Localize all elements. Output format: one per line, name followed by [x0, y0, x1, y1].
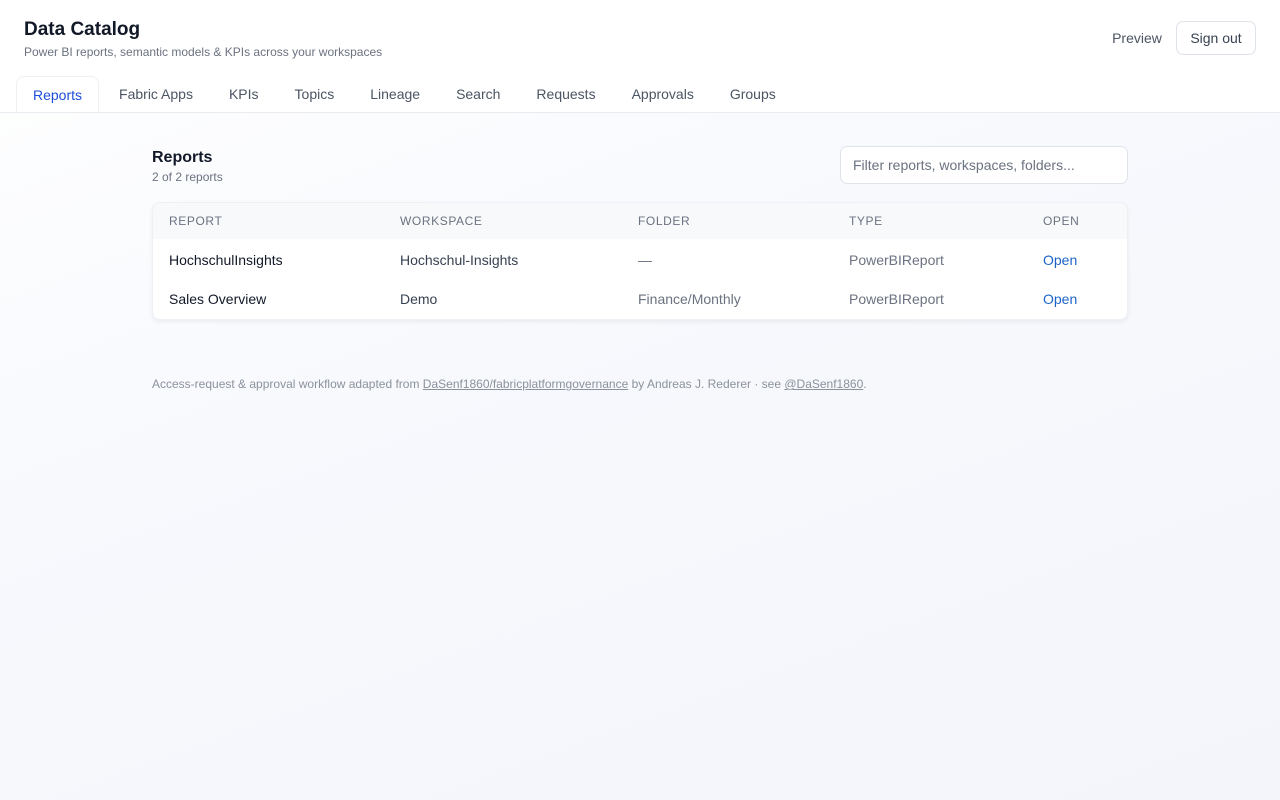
footer-prefix: Access-request & approval workflow adapt…	[152, 377, 423, 391]
report-name-cell: HochschulInsights	[169, 252, 283, 268]
tab-topics[interactable]: Topics	[277, 76, 353, 112]
filter-input[interactable]	[840, 146, 1128, 184]
app-subtitle: Power BI reports, semantic models & KPIs…	[24, 45, 383, 59]
open-report-link[interactable]: Open	[1043, 252, 1077, 268]
column-header-folder: FOLDER	[638, 214, 691, 228]
workspace-cell: Demo	[400, 291, 438, 307]
type-cell: PowerBIReport	[849, 252, 944, 268]
column-header-report: REPORT	[169, 214, 223, 228]
reports-table: REPORT WORKSPACE FOLDER TYPE OPEN Hochsc…	[153, 203, 1127, 319]
column-header-open: OPEN	[1043, 214, 1080, 228]
footer-middle: by Andreas J. Rederer · see	[628, 377, 785, 391]
tab-reports[interactable]: Reports	[16, 76, 100, 112]
tab-approvals[interactable]: Approvals	[614, 76, 712, 112]
footer-suffix: .	[863, 377, 867, 391]
section-title: Reports	[152, 149, 213, 166]
folder-cell: —	[638, 252, 652, 268]
repo-link[interactable]: DaSenf1860/fabricplatformgovernance	[423, 377, 628, 391]
type-cell: PowerBIReport	[849, 291, 944, 307]
open-report-link[interactable]: Open	[1043, 291, 1077, 307]
workspace-cell: Hochschul-Insights	[400, 252, 519, 268]
tab-search[interactable]: Search	[438, 76, 518, 112]
table-row: Sales Overview Demo Finance/Monthly Powe…	[153, 279, 1127, 319]
open-cell: Open	[1027, 239, 1127, 279]
table-header-row: REPORT WORKSPACE FOLDER TYPE OPEN	[153, 203, 1127, 239]
app-title: Data Catalog	[24, 19, 141, 40]
reports-table-card: REPORT WORKSPACE FOLDER TYPE OPEN Hochsc…	[152, 202, 1128, 320]
attribution-footer: Access-request & approval workflow adapt…	[152, 376, 867, 392]
folder-cell: Finance/Monthly	[638, 291, 741, 307]
sign-out-button[interactable]: Sign out	[1176, 21, 1256, 55]
preview-button[interactable]: Preview	[1100, 22, 1174, 54]
profile-link[interactable]: @DaSenf1860	[784, 377, 863, 391]
main-tabs: Reports Fabric Apps KPIs Topics Lineage …	[16, 76, 794, 112]
report-count: 2 of 2 reports	[152, 170, 223, 184]
tab-kpis[interactable]: KPIs	[211, 76, 277, 112]
tab-groups[interactable]: Groups	[712, 76, 794, 112]
tab-requests[interactable]: Requests	[518, 76, 613, 112]
column-header-type: TYPE	[849, 214, 883, 228]
tab-lineage[interactable]: Lineage	[352, 76, 438, 112]
column-header-workspace: WORKSPACE	[400, 214, 483, 228]
top-bar: Data Catalog Power BI reports, semantic …	[0, 0, 1280, 113]
report-name-cell: Sales Overview	[169, 291, 267, 307]
open-cell: Open	[1027, 279, 1127, 319]
tab-fabric-apps[interactable]: Fabric Apps	[101, 76, 211, 112]
table-row: HochschulInsights Hochschul-Insights — P…	[153, 239, 1127, 279]
